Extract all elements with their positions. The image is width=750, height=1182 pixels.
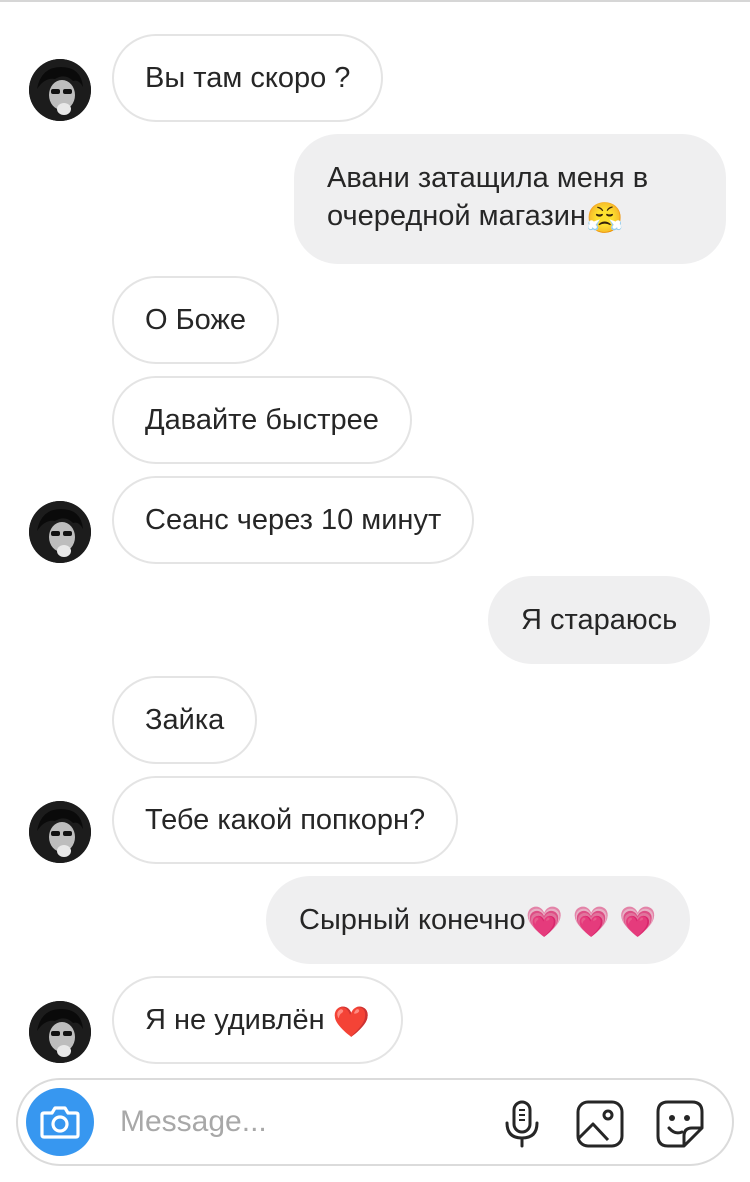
- avatar-photo-icon: [29, 1001, 91, 1063]
- message-text: Сеанс через 10 минут: [145, 504, 442, 536]
- microphone-button[interactable]: [496, 1098, 548, 1150]
- sender-avatar[interactable]: [29, 501, 91, 563]
- sender-avatar[interactable]: [29, 1001, 91, 1063]
- message-bubble-incoming[interactable]: Зайка: [112, 676, 258, 764]
- sender-avatar[interactable]: [29, 801, 91, 863]
- avatar-photo-icon: [29, 501, 91, 563]
- message-bubble-outgoing[interactable]: Я стараюсь: [488, 576, 711, 664]
- direct-message-screen: Вы там скоро ? Авани затащила меня в оче…: [0, 0, 750, 1182]
- camera-button[interactable]: [26, 1088, 94, 1156]
- message-bubble-incoming[interactable]: Давайте быстрее: [112, 376, 412, 464]
- message-bubble-incoming[interactable]: Тебе какой попкорн?: [112, 776, 459, 864]
- message-text: Давайте быстрее: [145, 404, 379, 436]
- emoji-pink-hearts-icon: 💗 💗 💗: [525, 905, 657, 940]
- message-text: Вы там скоро ?: [145, 62, 351, 94]
- camera-icon: [40, 1106, 80, 1139]
- message-text: Тебе какой попкорн?: [145, 804, 426, 836]
- message-bubble-incoming[interactable]: Я не удивлён ❤️: [112, 976, 404, 1064]
- message-text: Зайка: [145, 704, 225, 736]
- sticker-icon: [656, 1100, 704, 1148]
- message-thread[interactable]: Вы там скоро ? Авани затащила меня в оче…: [0, 0, 750, 1065]
- message-text: Сырный конечно: [299, 904, 526, 936]
- gallery-button[interactable]: [574, 1098, 626, 1150]
- message-bubble-incoming[interactable]: Сеанс через 10 минут: [112, 476, 475, 564]
- message-bubble-incoming[interactable]: О Боже: [112, 276, 279, 364]
- sender-avatar[interactable]: [29, 59, 91, 121]
- gallery-icon: [576, 1100, 624, 1148]
- microphone-icon: [505, 1100, 539, 1148]
- emoji-red-heart-icon: ❤️: [332, 1005, 371, 1040]
- message-bubble-incoming[interactable]: Вы там скоро ?: [112, 34, 384, 122]
- emoji-angry-icon: 😤: [586, 201, 624, 236]
- message-text: Я стараюсь: [521, 604, 678, 636]
- message-bubble-outgoing[interactable]: Авани затащила меня в очередной магазин😤: [294, 134, 726, 264]
- message-bubble-outgoing[interactable]: Сырный конечно💗 💗 💗: [266, 876, 690, 964]
- avatar-photo-icon: [29, 801, 91, 863]
- message-text: Я не удивлён: [145, 1004, 325, 1036]
- sticker-button[interactable]: [654, 1098, 706, 1150]
- avatar-photo-icon: [29, 59, 91, 121]
- message-composer: [16, 1078, 734, 1166]
- message-text: О Боже: [145, 304, 246, 336]
- message-input[interactable]: [120, 1100, 490, 1144]
